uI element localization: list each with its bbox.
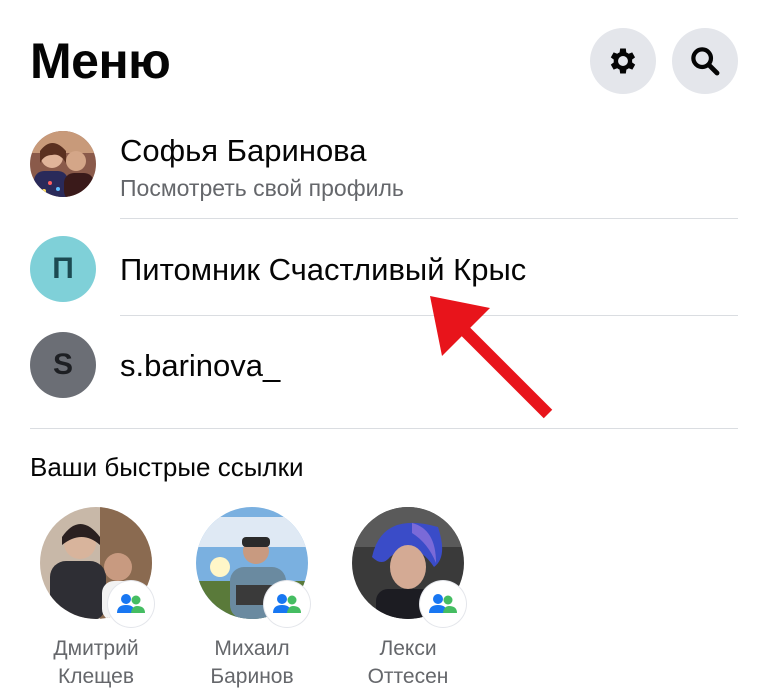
profile-name: Софья Баринова (120, 133, 367, 168)
search-button[interactable] (672, 28, 738, 94)
shortcut-item[interactable]: Лекси Оттесен (342, 507, 472, 697)
section-divider (30, 428, 738, 429)
shortcut-item[interactable]: Дмитрий Клещев (30, 507, 160, 697)
shortcut-name: Дмитрий Клещев (53, 637, 139, 688)
group-icon (108, 581, 154, 627)
profile-row[interactable]: Софья Баринова Посмотреть свой профиль (0, 125, 768, 220)
profile-subtitle: Посмотреть свой профиль (120, 175, 404, 201)
page-row-pitomnik[interactable]: П Питомник Счастливый Крыс (0, 222, 768, 316)
shortcut-item[interactable]: Михаил Баринов (186, 507, 316, 697)
group-icon (420, 581, 466, 627)
gear-icon (610, 48, 636, 74)
page-avatar: S (30, 332, 96, 398)
settings-button[interactable] (590, 28, 656, 94)
page-name: s.barinova_ (120, 348, 281, 383)
header: Меню (0, 0, 768, 115)
page-title: Меню (30, 33, 171, 89)
divider (120, 218, 738, 219)
shortcut-name: Лекси Оттесен (367, 637, 449, 688)
page-avatar: П (30, 236, 96, 302)
page-row-instagram[interactable]: S s.barinova_ (0, 318, 768, 412)
shortcut-name: Михаил Баринов (210, 637, 294, 688)
annotation-arrow-icon (430, 296, 553, 419)
search-icon (691, 47, 720, 76)
shortcuts-title: Ваши быстрые ссылки (30, 452, 304, 482)
page-name: Питомник Счастливый Крыс (120, 252, 527, 287)
group-icon (264, 581, 310, 627)
profile-avatar (30, 131, 96, 197)
